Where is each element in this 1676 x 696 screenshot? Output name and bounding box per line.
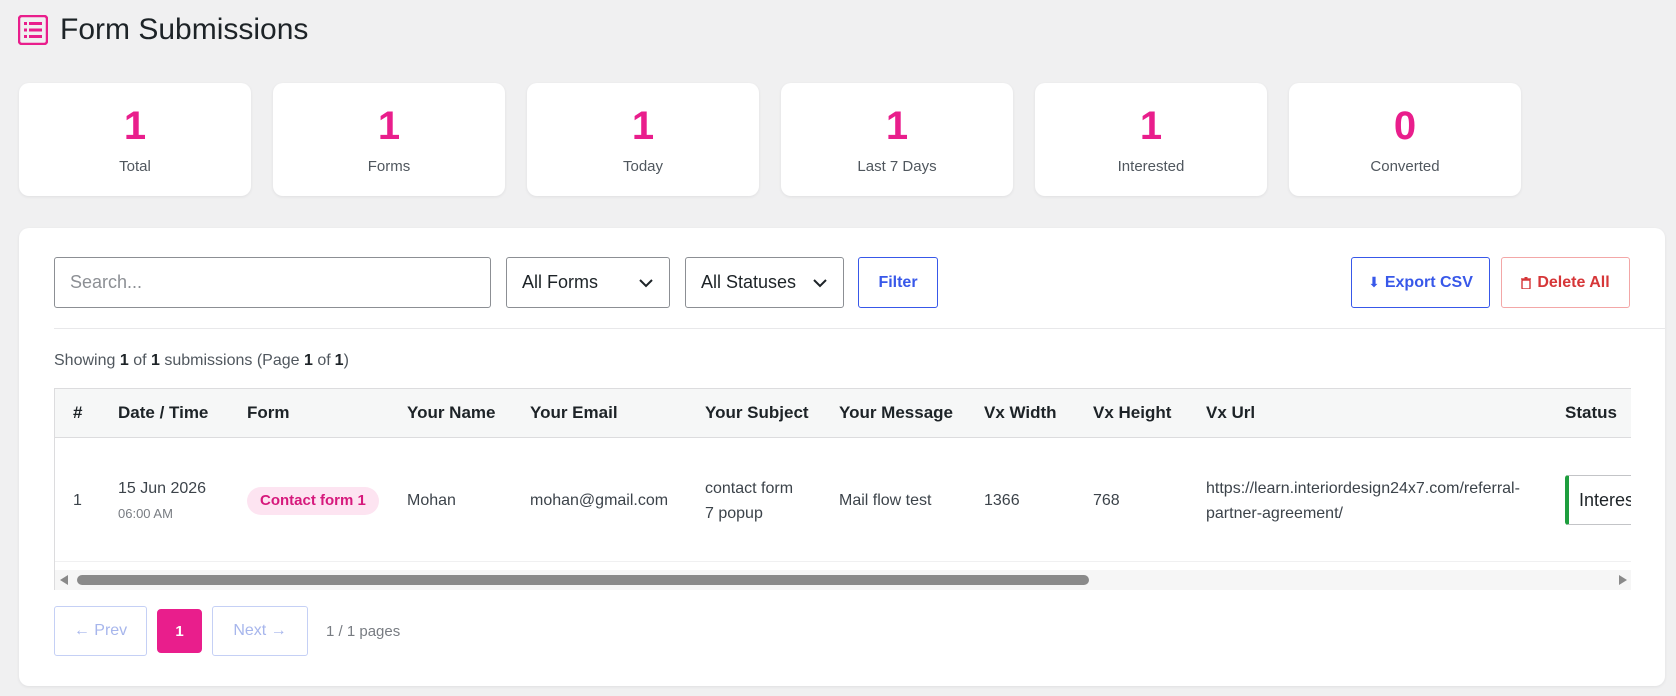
list-icon [18, 15, 48, 45]
stat-value: 1 [377, 104, 401, 148]
summary-of: of [133, 352, 147, 369]
summary-prefix: Showing [54, 352, 116, 369]
export-csv-label: Export CSV [1384, 273, 1473, 291]
prev-page-button[interactable]: ← Prev [54, 606, 147, 656]
cell-time-value: 06:00 AM [118, 506, 173, 521]
forms-select[interactable]: All Forms [506, 257, 670, 308]
form-badge: Contact form 1 [247, 487, 379, 515]
summary-page-of: of [317, 352, 331, 369]
cell-num: 1 [73, 492, 82, 509]
scrollbar-thumb[interactable] [77, 575, 1089, 585]
stats-row: 1 Total 1 Forms 1 Today 1 Last 7 Days 1 … [19, 83, 1521, 196]
stat-value: 1 [885, 104, 909, 148]
cell-vx-height: 768 [1093, 492, 1120, 509]
summary-total: 1 [150, 352, 160, 369]
page-title: Form Submissions [60, 13, 309, 46]
stat-label: Interested [1117, 158, 1185, 175]
column-header-email[interactable]: Your Email [530, 389, 618, 437]
column-header-message[interactable]: Your Message [839, 389, 953, 437]
stat-value: 1 [123, 104, 147, 148]
cell-name: Mohan [407, 492, 456, 509]
column-header-num[interactable]: # [73, 389, 82, 437]
page-header: Form Submissions [18, 10, 308, 50]
stat-card-last-7-days: 1 Last 7 Days [781, 83, 1013, 196]
cell-vx-url-line1: https://learn.interiordesign24x7.com/ref… [1206, 480, 1520, 497]
cell-vx-url-line2: partner-agreement/ [1206, 505, 1343, 522]
column-header-form[interactable]: Form [247, 389, 290, 437]
column-header-vx-width[interactable]: Vx Width [984, 389, 1057, 437]
forms-select-value: All Forms [522, 272, 598, 292]
delete-all-button[interactable]: Delete All [1501, 257, 1630, 308]
stat-value: 0 [1393, 104, 1417, 148]
cell-subject-line1: contact form [705, 480, 794, 497]
table-row[interactable]: 1 15 Jun 2026 06:00 AM Contact form 1 Mo… [55, 438, 1631, 562]
cell-email: mohan@gmail.com [530, 492, 669, 509]
divider [54, 328, 1665, 329]
stat-card-total: 1 Total [19, 83, 251, 196]
column-header-subject[interactable]: Your Subject [705, 389, 809, 437]
stat-value: 1 [1139, 104, 1163, 148]
pagination: ← Prev 1 Next → 1 / 1 pages [54, 606, 400, 656]
export-csv-button[interactable]: ⬇ Export CSV [1351, 257, 1490, 308]
column-header-vx-height[interactable]: Vx Height [1093, 389, 1171, 437]
horizontal-scrollbar[interactable] [55, 570, 1631, 590]
chevron-down-icon [639, 278, 653, 287]
delete-all-label: Delete All [1537, 273, 1610, 291]
status-select[interactable]: All Statuses [685, 257, 844, 308]
stat-value: 1 [631, 104, 655, 148]
filter-toolbar: All Forms All Statuses Filter ⬇ Export C… [54, 257, 1665, 308]
status-select-value: All Statuses [701, 272, 797, 292]
cell-vx-width: 1366 [984, 492, 1020, 509]
next-page-button[interactable]: Next → [212, 606, 308, 656]
column-header-vx-url[interactable]: Vx Url [1206, 389, 1255, 437]
search-input[interactable] [54, 257, 491, 308]
trash-icon [1521, 276, 1532, 289]
cell-date: 15 Jun 2026 06:00 AM [118, 476, 206, 526]
column-header-status[interactable]: Status [1565, 389, 1617, 437]
cell-vx-url: https://learn.interiordesign24x7.com/ref… [1206, 476, 1520, 526]
row-status-select[interactable]: Interested [1565, 475, 1631, 525]
submissions-table: # Date / Time Form Your Name Your Email … [54, 388, 1631, 590]
stat-card-forms: 1 Forms [273, 83, 505, 196]
cell-subject-line2: 7 popup [705, 505, 763, 522]
current-page-button[interactable]: 1 [157, 609, 202, 653]
stat-card-converted: 0 Converted [1289, 83, 1521, 196]
cell-subject: contact form 7 popup [705, 476, 793, 526]
cell-message: Mail flow test [839, 492, 932, 509]
cell-date-value: 15 Jun 2026 [118, 480, 207, 497]
summary-pages: 1 [334, 352, 344, 369]
page-info: 1 / 1 pages [326, 622, 401, 640]
scroll-right-arrow-icon[interactable] [1619, 575, 1627, 585]
summary-count: 1 [119, 352, 129, 369]
column-header-date[interactable]: Date / Time [118, 389, 208, 437]
column-header-name[interactable]: Your Name [407, 389, 496, 437]
stat-label: Today [622, 158, 664, 175]
summary-page: 1 [303, 352, 313, 369]
stat-label: Forms [367, 158, 411, 175]
stat-label: Total [119, 158, 151, 175]
table-header: # Date / Time Form Your Name Your Email … [55, 388, 1631, 438]
results-summary: Showing 1 of 1 submissions (Page 1 of 1) [54, 352, 349, 370]
scroll-left-arrow-icon[interactable] [60, 575, 68, 585]
summary-suffix: submissions (Page [164, 352, 300, 369]
filter-button[interactable]: Filter [858, 257, 938, 308]
download-icon: ⬇ [1368, 274, 1380, 290]
stat-card-interested: 1 Interested [1035, 83, 1267, 196]
stat-label: Last 7 Days [857, 158, 937, 175]
summary-close: ) [343, 352, 349, 369]
stat-card-today: 1 Today [527, 83, 759, 196]
stat-label: Converted [1370, 158, 1440, 175]
submissions-panel: All Forms All Statuses Filter ⬇ Export C… [19, 228, 1665, 686]
chevron-down-icon [813, 278, 827, 287]
